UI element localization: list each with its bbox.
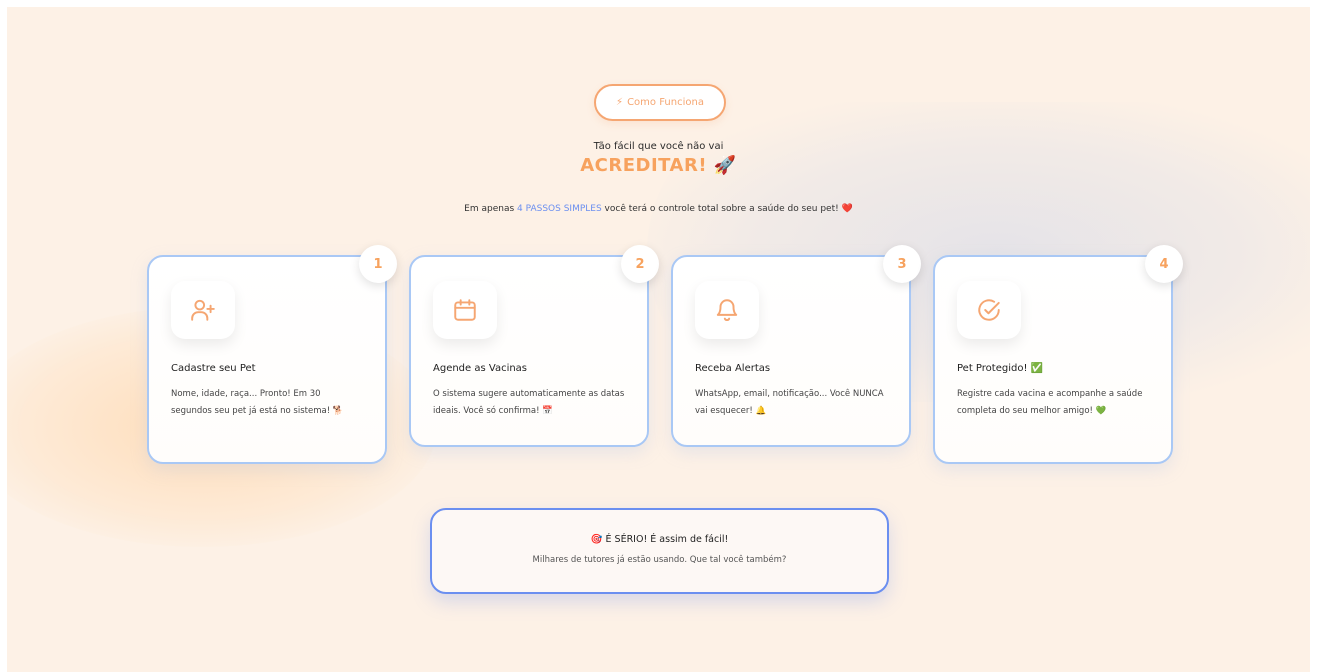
step-card-2: 2 Agende as Vacinas O sistema sugere aut… — [409, 245, 659, 447]
intro-highlight: 4 PASSOS SIMPLES — [517, 204, 602, 214]
cta-title: 🎯 É SÉRIO! É assim de fácil! — [590, 534, 729, 545]
pill-label: Como Funciona — [627, 97, 704, 108]
intro-after: você terá o controle total sobre a saúde… — [601, 204, 842, 214]
user-plus-icon — [191, 299, 215, 321]
check-circle-icon — [978, 299, 1000, 321]
step-description: O sistema sugere automaticamente as data… — [433, 389, 625, 416]
hero-headline: ACREDITAR! 🚀 — [7, 155, 1310, 176]
rocket-icon: 🚀 — [713, 155, 737, 176]
cta-box: 🎯 É SÉRIO! É assim de fácil! Milhares de… — [430, 508, 889, 594]
page-background: ⚡ Como Funciona Tão fácil que você não v… — [7, 7, 1310, 672]
headline-text: ACREDITAR! — [580, 155, 708, 176]
how-it-works-section: ⚡ Como Funciona Tão fácil que você não v… — [7, 7, 1310, 672]
step-number-badge: 3 — [883, 245, 921, 283]
step-description: WhatsApp, email, notificação... Você NUN… — [695, 389, 884, 416]
step-card-1: 1 Cadastre seu Pet Nome, idade, raça... … — [147, 245, 397, 464]
how-it-works-pill: ⚡ Como Funciona — [594, 84, 726, 121]
intro-before: Em apenas — [464, 204, 518, 214]
bell-icon — [716, 299, 738, 321]
hero-intro: Em apenas 4 PASSOS SIMPLES você terá o c… — [7, 204, 1310, 214]
step-card-3: 3 Receba Alertas WhatsApp, email, notifi… — [671, 245, 921, 447]
step-icon-box — [433, 281, 497, 339]
lightning-icon: ⚡ — [616, 97, 624, 108]
step-number-badge: 4 — [1145, 245, 1183, 283]
step-title: Pet Protegido! ✅ — [957, 363, 1044, 374]
hero-subtitle: Tão fácil que você não vai — [593, 141, 724, 152]
step-icon-box — [171, 281, 235, 339]
step-icon-box — [695, 281, 759, 339]
heart-icon: ❤️ — [841, 204, 853, 214]
step-card-4: 4 Pet Protegido! ✅ Registre cada vacina … — [933, 245, 1183, 464]
step-number-badge: 2 — [621, 245, 659, 283]
step-number-badge: 1 — [359, 245, 397, 283]
step-icon-box — [957, 281, 1021, 339]
step-title: Cadastre seu Pet — [171, 363, 256, 374]
step-title: Receba Alertas — [695, 363, 771, 374]
step-description: Registre cada vacina e acompanhe a saúde… — [957, 389, 1143, 416]
calendar-icon — [454, 299, 476, 321]
cta-description: Milhares de tutores já estão usando. Que… — [532, 555, 787, 565]
step-description: Nome, idade, raça... Pronto! Em 30 segun… — [171, 389, 344, 416]
step-title: Agende as Vacinas — [433, 363, 528, 374]
